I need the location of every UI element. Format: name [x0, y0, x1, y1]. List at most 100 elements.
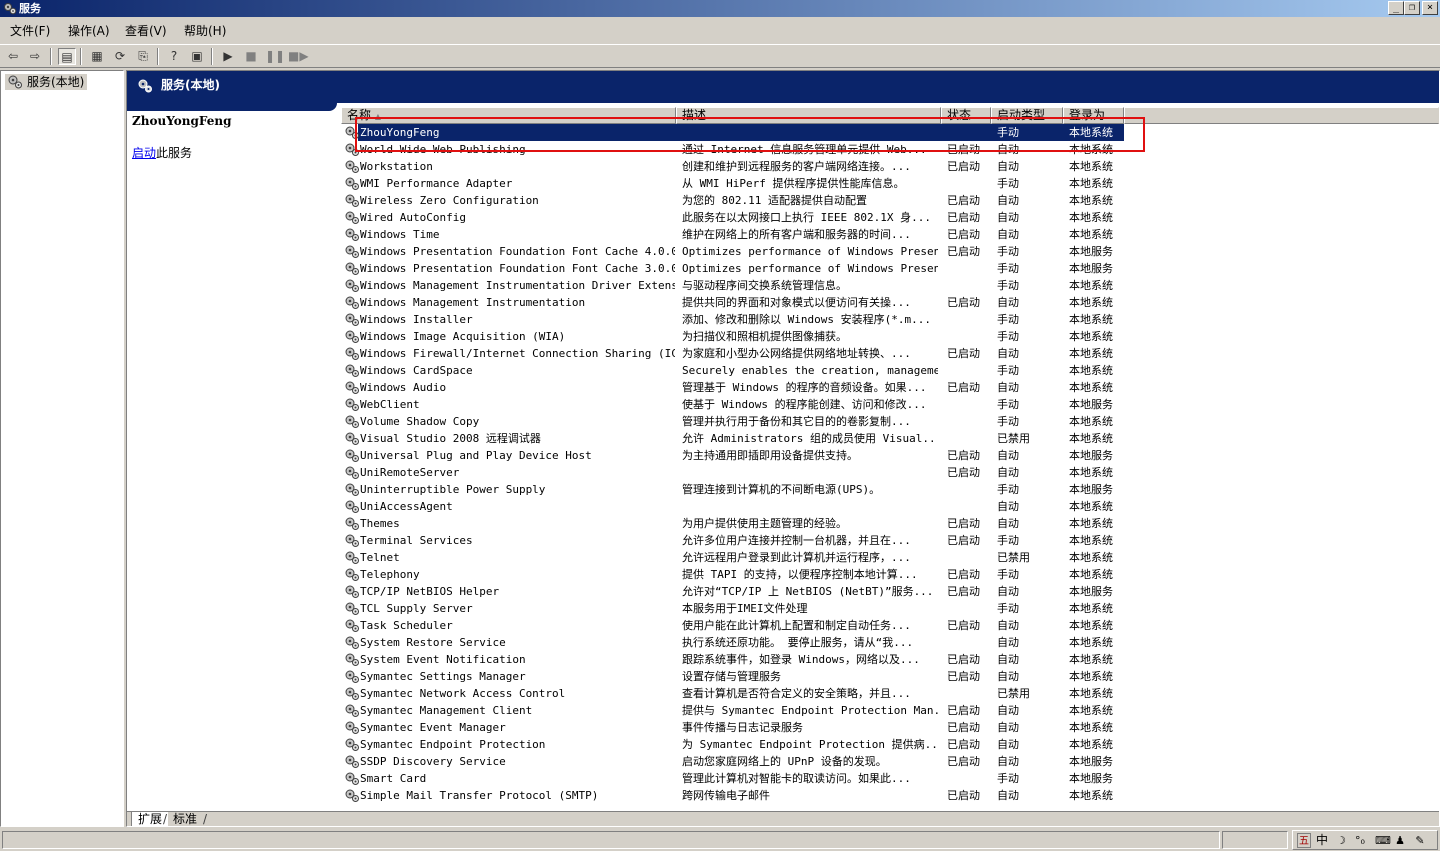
table-row[interactable]: Smart Card 管理此计算机对智能卡的取读访问。如果此... 手动 本地服务: [341, 770, 1423, 787]
table-row[interactable]: Symantec Endpoint Protection 为 Symantec E…: [341, 736, 1423, 753]
ime-halfwidth-moon-icon[interactable]: ☽: [1335, 833, 1347, 848]
restart-service-button[interactable]: ■▶: [288, 48, 309, 65]
back-button[interactable]: ⇦: [4, 48, 22, 65]
forward-button[interactable]: ⇨: [26, 48, 44, 65]
cell-startup-type: 手动: [997, 245, 1019, 258]
menu-help[interactable]: 帮助(H): [184, 23, 226, 39]
table-row[interactable]: Symantec Network Access Control 查看计算机是否符合…: [341, 685, 1423, 702]
pane-title: 服务(本地): [161, 78, 220, 92]
close-button[interactable]: ×: [1422, 1, 1438, 15]
ime-punctuation-icon[interactable]: °₀: [1353, 833, 1367, 848]
table-row[interactable]: Windows Management Instrumentation 提供共同的界…: [341, 294, 1423, 311]
table-row[interactable]: System Event Notification 跟踪系统事件，如登录 Wind…: [341, 651, 1423, 668]
cell-description: 此服务在以太网接口上执行 IEEE 802.1X 身...: [682, 211, 931, 224]
cell-startup-type: 手动: [997, 177, 1019, 190]
column-header-startup-type[interactable]: 启动类型: [991, 107, 1063, 124]
cell-name: WebClient: [360, 398, 420, 411]
service-gear-icon: [345, 789, 359, 802]
cell-status: 已启动: [947, 755, 980, 768]
table-row[interactable]: Telnet 允许远程用户登录到此计算机并运行程序，... 已禁用 本地系统: [341, 549, 1423, 566]
table-row[interactable]: WMI Performance Adapter 从 WMI HiPerf 提供程序…: [341, 175, 1423, 192]
menu-view[interactable]: 查看(V): [125, 23, 167, 39]
table-row[interactable]: Symantec Settings Manager 设置存储与管理服务 已启动 自动 本…: [341, 668, 1423, 685]
ime-chinese-mode-icon[interactable]: 中: [1315, 833, 1329, 848]
cell-description: Securely enables the creation, manageme.…: [682, 364, 938, 377]
table-row[interactable]: UniAccessAgent 自动 本地系统: [341, 498, 1423, 515]
start-service-button[interactable]: ▶: [219, 48, 237, 65]
cell-description: 设置存储与管理服务: [682, 670, 781, 683]
pause-service-button[interactable]: ❚❚: [265, 48, 285, 65]
cell-log-on-as: 本地系统: [1069, 330, 1113, 343]
service-gear-icon: [345, 534, 359, 547]
table-row[interactable]: Volume Shadow Copy 管理并执行用于备份和其它目的的卷影复制...…: [341, 413, 1423, 430]
table-row[interactable]: Visual Studio 2008 远程调试器 允许 Administrator…: [341, 430, 1423, 447]
table-row[interactable]: Symantec Event Manager 事件传播与日志记录服务 已启动 自动 本地…: [341, 719, 1423, 736]
refresh-icon: ⟳: [114, 49, 126, 63]
table-row[interactable]: Universal Plug and Play Device Host 为主持通用…: [341, 447, 1423, 464]
table-row[interactable]: World Wide Web Publishing 通过 Internet 信息服…: [341, 141, 1423, 158]
table-row[interactable]: WebClient 使基于 Windows 的程序能创建、访问和修改... 手动 本地…: [341, 396, 1423, 413]
table-row[interactable]: Telephony 提供 TAPI 的支持，以便程序控制本地计算... 已启动 手动 本…: [341, 566, 1423, 583]
ime-wubi-icon[interactable]: 五: [1297, 833, 1311, 848]
table-row[interactable]: Windows Installer 添加、修改和删除以 Windows 安装程序(…: [341, 311, 1423, 328]
ime-user-icon[interactable]: ♟: [1393, 833, 1407, 848]
cell-startup-type: 自动: [997, 466, 1019, 479]
cell-name: Telnet: [360, 551, 400, 564]
extended-description-panel: ZhouYongFeng 启动此服务: [127, 111, 332, 811]
table-row[interactable]: Windows CardSpace Securely enables the cr…: [341, 362, 1423, 379]
cell-startup-type: 手动: [997, 313, 1019, 326]
restart-icon: ■▶: [288, 49, 309, 63]
table-row[interactable]: Windows Image Acquisition (WIA) 为扫描仪和照相机提…: [341, 328, 1423, 345]
table-row[interactable]: UniRemoteServer 已启动 自动 本地系统: [341, 464, 1423, 481]
cell-name: Universal Plug and Play Device Host: [360, 449, 592, 462]
table-row[interactable]: Symantec Management Client 提供与 Symantec E…: [341, 702, 1423, 719]
table-row[interactable]: Windows Firewall/Internet Connection Sha…: [341, 345, 1423, 362]
cell-name: Wireless Zero Configuration: [360, 194, 539, 207]
column-header-log-on-as[interactable]: 登录为: [1063, 107, 1124, 124]
table-row[interactable]: Task Scheduler 使用户能在此计算机上配置和制定自动任务... 已启动 自…: [341, 617, 1423, 634]
table-row[interactable]: Windows Presentation Foundation Font Cac…: [341, 243, 1423, 260]
cell-status: 已启动: [947, 228, 980, 241]
table-row[interactable]: Workstation 创建和维护到远程服务的客户端网络连接。... 已启动 自动 本地…: [341, 158, 1423, 175]
tree-item-services-local[interactable]: 服务(本地): [5, 74, 88, 90]
cell-name: Terminal Services: [360, 534, 473, 547]
table-row[interactable]: Windows Audio 管理基于 Windows 的程序的音频设备。如果...…: [341, 379, 1423, 396]
properties-button[interactable]: ▦: [88, 48, 106, 65]
table-row[interactable]: Wired AutoConfig 此服务在以太网接口上执行 IEEE 802.1X…: [341, 209, 1423, 226]
menu-action[interactable]: 操作(A): [68, 23, 110, 39]
title-bar[interactable]: 服务 _ ❐ ×: [0, 0, 1440, 17]
table-row[interactable]: Terminal Services 允许多位用户连接并控制一台机器，并且在... 已…: [341, 532, 1423, 549]
export-list-button[interactable]: ⎘: [134, 48, 152, 65]
table-row[interactable]: TCP/IP NetBIOS Helper 允许对“TCP/IP 上 NetBIO…: [341, 583, 1423, 600]
menu-file[interactable]: 文件(F): [10, 23, 50, 39]
cell-log-on-as: 本地系统: [1069, 500, 1113, 513]
column-header-status[interactable]: 状态: [941, 107, 991, 124]
cell-name: UniRemoteServer: [360, 466, 460, 479]
show-hide-tree-button[interactable]: ▤: [58, 48, 76, 65]
table-row[interactable]: Simple Mail Transfer Protocol (SMTP) 跨网传输…: [341, 787, 1423, 804]
column-header-name[interactable]: 名称 ▲: [341, 107, 676, 124]
start-service-link[interactable]: 启动: [132, 146, 156, 160]
refresh-button[interactable]: ⟳: [111, 48, 129, 65]
table-row[interactable]: SSDP Discovery Service 启动您家庭网络上的 UPnP 设备的…: [341, 753, 1423, 770]
ime-soft-keyboard-icon[interactable]: ⌨: [1375, 833, 1391, 848]
stop-service-button[interactable]: ■: [242, 48, 260, 65]
service-gear-icon: [345, 262, 359, 275]
table-row[interactable]: ZhouYongFeng 手动 本地系统: [341, 124, 1423, 141]
table-row[interactable]: Wireless Zero Configuration 为您的 802.11 适配…: [341, 192, 1423, 209]
table-row[interactable]: Windows Presentation Foundation Font Cac…: [341, 260, 1423, 277]
table-row[interactable]: TCL Supply Server 本服务用于IMEI文件处理 手动 本地系统: [341, 600, 1423, 617]
table-row[interactable]: System Restore Service 执行系统还原功能。 要停止服务，请从…: [341, 634, 1423, 651]
cell-description: Optimizes performance of Windows Presen.…: [682, 262, 938, 275]
ime-tool-icon[interactable]: ✎: [1413, 833, 1427, 848]
minimize-button[interactable]: _: [1388, 1, 1404, 15]
restore-button[interactable]: ❐: [1404, 1, 1420, 15]
table-row[interactable]: Windows Management Instrumentation Drive…: [341, 277, 1423, 294]
help-button[interactable]: ?: [165, 48, 183, 65]
table-row[interactable]: Uninterruptible Power Supply 管理连接到计算机的不间断…: [341, 481, 1423, 498]
table-row[interactable]: Windows Time 维护在网络上的所有客户端和服务器的时间... 已启动 自动 本…: [341, 226, 1423, 243]
console-view-button[interactable]: ▣: [188, 48, 206, 65]
column-header-description[interactable]: 描述: [676, 107, 941, 124]
tab-standard[interactable]: 标准: [167, 812, 203, 826]
table-row[interactable]: Themes 为用户提供使用主题管理的经验。 已启动 自动 本地系统: [341, 515, 1423, 532]
